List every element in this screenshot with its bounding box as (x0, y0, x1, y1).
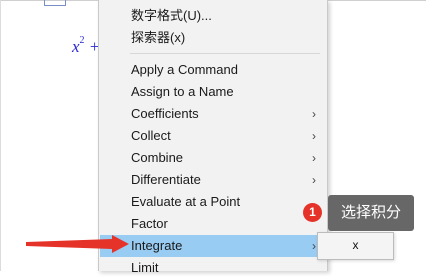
expression-base: x (72, 37, 80, 56)
menu-item-number-format[interactable]: 数字格式(U)... (100, 5, 326, 27)
menu-item-label: Differentiate (131, 172, 201, 187)
menu-item-label: Integrate (131, 238, 183, 253)
menu-item-label: Apply a Command (131, 62, 238, 77)
chevron-right-icon: › (312, 239, 316, 253)
menu-item-label: 探索器(x) (131, 30, 186, 45)
menu-item-combine[interactable]: Combine › (100, 147, 326, 169)
menu-item-differentiate[interactable]: Differentiate › (100, 169, 326, 191)
menu-item-integrate[interactable]: Integrate › (100, 235, 326, 257)
document-tab-marker (44, 0, 66, 6)
menu-item-assign-to-a-name[interactable]: Assign to a Name (100, 81, 326, 103)
menu-item-explorer[interactable]: 探索器(x) (100, 27, 326, 49)
math-expression[interactable]: x2 + (72, 35, 100, 57)
menu-separator (130, 53, 320, 54)
submenu-item-x[interactable]: x (353, 238, 359, 252)
step-badge: 1 (303, 203, 322, 222)
menu-item-coefficients[interactable]: Coefficients › (100, 103, 326, 125)
menu-item-label: Limit (131, 260, 159, 275)
menu-item-label: Factor (131, 216, 168, 231)
document-left-border (0, 0, 1, 271)
annotation-callout: 选择积分 (328, 195, 414, 231)
menu-item-label: Combine (131, 150, 184, 165)
menu-item-collect[interactable]: Collect › (100, 125, 326, 147)
menu-item-label: Coefficients (131, 106, 199, 121)
menu-item-apply-a-command[interactable]: Apply a Command (100, 59, 326, 81)
menu-item-label: Evaluate at a Point (131, 194, 241, 209)
menu-item-evaluate-at-a-point[interactable]: Evaluate at a Point (100, 191, 326, 213)
integrate-submenu: x (317, 232, 394, 260)
chevron-right-icon: › (312, 107, 316, 121)
menu-item-factor[interactable]: Factor (100, 213, 326, 235)
chevron-right-icon: › (312, 173, 316, 187)
menu-item-limit[interactable]: Limit (100, 257, 326, 279)
menu-item-label: Collect (131, 128, 171, 143)
expression-exponent: 2 (79, 35, 85, 47)
menu-item-label: Assign to a Name (131, 84, 234, 99)
menu-item-label: 数字格式(U)... (131, 8, 212, 23)
context-menu: 数字格式(U)... 探索器(x) Apply a Command Assign… (98, 0, 328, 275)
chevron-right-icon: › (312, 151, 316, 165)
chevron-right-icon: › (312, 129, 316, 143)
